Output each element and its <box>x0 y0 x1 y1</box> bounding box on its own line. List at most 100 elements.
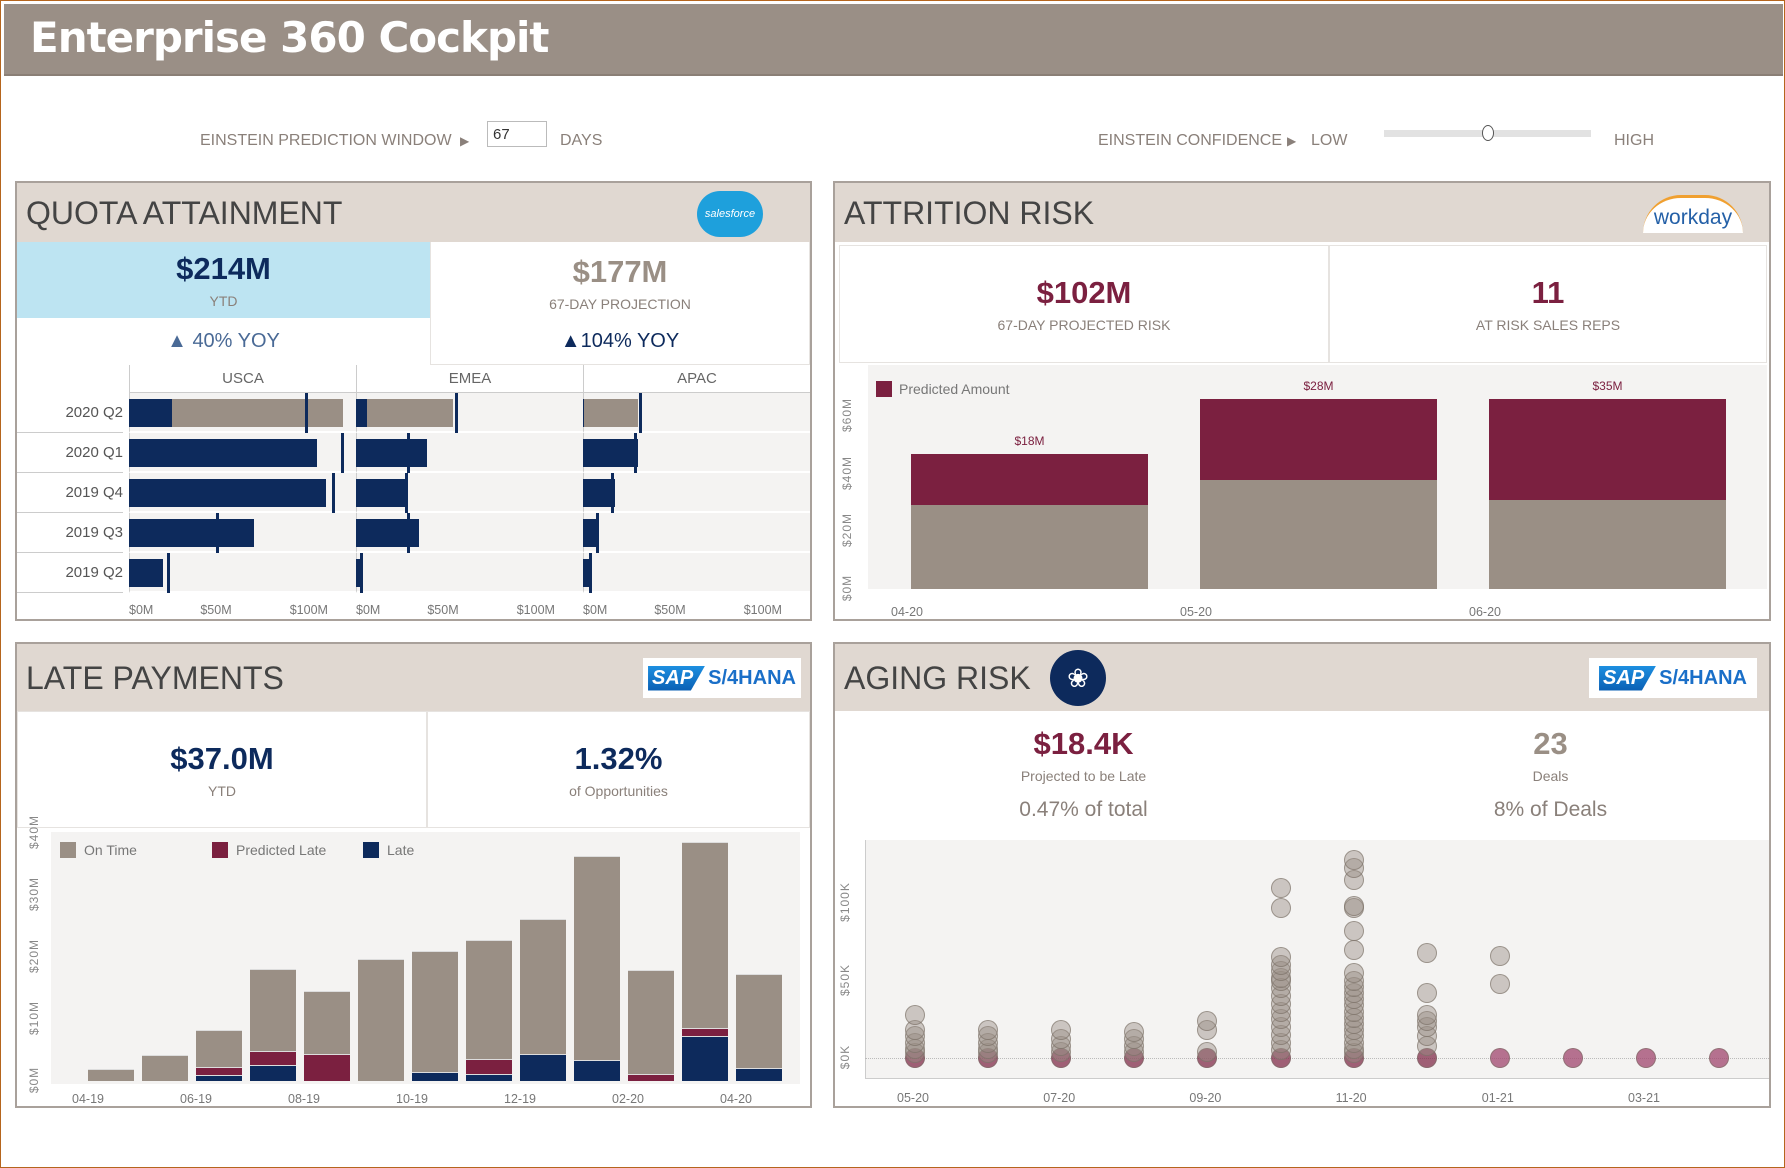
data-point <box>1562 1047 1583 1068</box>
projection-bar <box>583 399 639 427</box>
target-marker <box>304 393 308 433</box>
up-triangle-icon: ▲ <box>167 330 193 352</box>
actual-bar <box>129 439 317 467</box>
axis-tick-label: $50M <box>427 603 459 617</box>
row-background <box>583 553 810 593</box>
projection-yoy: ▲104% YOY <box>561 330 679 353</box>
target-marker <box>360 553 364 593</box>
quarter-label: 2020 Q2 <box>17 393 123 433</box>
bar-predicted <box>1200 398 1437 480</box>
data-point <box>1416 942 1437 963</box>
data-point <box>1270 877 1291 898</box>
x-tick-label: 02-20 <box>612 1092 644 1106</box>
bar-segment-on-time <box>736 974 782 1068</box>
plot-area <box>865 840 1769 1079</box>
target-marker <box>633 433 637 473</box>
actual-bar <box>583 439 639 467</box>
play-triangle-icon: ▶ <box>1287 134 1297 148</box>
actual-bar <box>129 559 163 587</box>
legend-label: On Time <box>84 842 137 858</box>
bar-segment-predicted-late <box>304 1054 350 1081</box>
quarter-label: 2019 Q3 <box>17 513 123 553</box>
x-tick-label: 04-19 <box>72 1092 104 1106</box>
y-tick-label: $60M <box>840 398 854 433</box>
quota-chart: USCA $0M $50M $100M EMEA $0M $50M $100M APAC $0M $… <box>17 365 810 619</box>
up-triangle-icon: ▲ <box>560 329 581 352</box>
row-background <box>356 553 583 593</box>
bar-predicted <box>1489 398 1726 500</box>
confidence-low-label: LOW <box>1311 132 1348 149</box>
data-point <box>1343 939 1364 960</box>
bar-segment-on-time <box>628 970 674 1074</box>
confidence-label: EINSTEIN CONFIDENCE <box>1098 132 1283 149</box>
late-payments-chart: $0M $10M $20M $30M $40M Late Predicted Late On … <box>17 644 810 1106</box>
aging-risk-panel: AGING RISK ❀ SAP S/4HANA $18.4K Projected… <box>833 642 1771 1108</box>
data-point <box>1343 896 1364 917</box>
actual-bar <box>129 399 172 427</box>
region-header: APAC <box>583 365 810 393</box>
target-marker <box>405 473 409 513</box>
target-marker <box>589 553 593 593</box>
x-tick-label: 05-20 <box>1180 605 1212 619</box>
y-tick-label: $30M <box>27 877 41 912</box>
x-tick-label: 05-20 <box>897 1091 929 1105</box>
data-point <box>1709 1047 1730 1068</box>
data-point <box>1416 1004 1437 1025</box>
attrition-chart: Predicted Amount $0M $20M $40M $60M $18M 04-20… <box>835 183 1769 619</box>
bar-segment-predicted-late <box>196 1067 242 1075</box>
bar-base <box>1200 479 1437 589</box>
prediction-window-input[interactable] <box>487 121 547 147</box>
bar-label: $18M <box>1014 433 1045 448</box>
target-marker <box>639 393 643 433</box>
y-tick-label: $40M <box>840 455 854 490</box>
target-marker <box>406 513 410 553</box>
data-point <box>1489 1047 1510 1068</box>
bar-segment-late <box>250 1064 296 1081</box>
ytd-kpi: $214M YTD <box>17 242 430 318</box>
axis-tick-label: $100M <box>516 603 555 617</box>
play-triangle-icon: ▶ <box>460 134 470 148</box>
x-tick-label: 06-20 <box>1469 605 1501 619</box>
data-point <box>1343 850 1364 871</box>
bar-segment-late <box>520 1054 566 1081</box>
x-tick-label: 12-19 <box>504 1092 536 1106</box>
actual-bar <box>129 519 255 547</box>
bar-base <box>1489 499 1726 589</box>
bar-segment-on-time <box>196 1029 242 1068</box>
axis-tick-label: $50M <box>654 603 686 617</box>
data-point <box>1270 898 1291 919</box>
actual-bar <box>129 479 326 507</box>
bar-label: $35M <box>1592 378 1623 393</box>
data-point <box>905 1004 925 1025</box>
x-tick-label: 11-20 <box>1335 1091 1367 1105</box>
y-tick-label: $40M <box>27 815 41 850</box>
actual-bar <box>356 399 367 427</box>
bar-predicted <box>911 453 1148 506</box>
zero-line <box>865 1057 1769 1059</box>
data-point <box>1636 1047 1656 1068</box>
prediction-window-label: EINSTEIN PREDICTION WINDOW <box>200 132 452 149</box>
bar-segment-on-time <box>142 1054 188 1081</box>
bar-segment-on-time <box>88 1068 134 1081</box>
axis-tick-label: $100M <box>743 603 782 617</box>
confidence-slider-handle[interactable] <box>1481 125 1494 141</box>
aging-chart: $0K $50K $100K 05-20 07-20 09-20 11-20 01-21 03-… <box>835 644 1769 1106</box>
quarter-label: 2019 Q2 <box>17 553 123 593</box>
target-marker <box>455 393 459 433</box>
y-tick-label: $50K <box>838 963 852 996</box>
data-point <box>1270 947 1291 968</box>
y-tick-label: $0M <box>840 574 854 602</box>
legend-swatch <box>876 381 892 397</box>
bar-segment-on-time <box>250 968 296 1052</box>
bar-segment-on-time <box>304 991 350 1055</box>
x-tick-label: 03-21 <box>1628 1091 1660 1105</box>
bar-segment-late <box>466 1073 512 1081</box>
bar-segment-on-time <box>682 841 728 1029</box>
x-tick-label: 07-20 <box>1043 1091 1076 1105</box>
axis-tick-label: $100M <box>289 603 328 617</box>
y-tick-label: $10M <box>27 1001 41 1036</box>
bar-segment-on-time <box>574 855 620 1060</box>
x-tick-label: 06-19 <box>180 1092 212 1106</box>
data-point <box>1124 1021 1145 1042</box>
region-header: USCA <box>129 365 356 393</box>
